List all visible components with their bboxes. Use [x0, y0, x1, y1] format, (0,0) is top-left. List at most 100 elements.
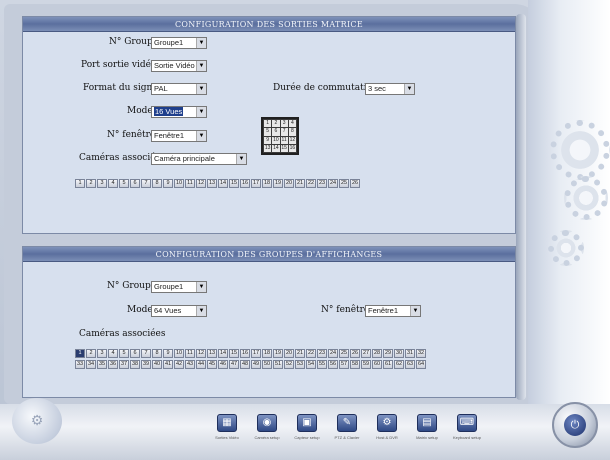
- camera-number-button[interactable]: 25: [339, 179, 349, 188]
- camera-number-button[interactable]: 22: [306, 179, 316, 188]
- camera-number-button[interactable]: 6: [130, 179, 140, 188]
- camera-number-button[interactable]: 62: [394, 360, 404, 369]
- toolbar-button[interactable]: ▦ Sorties Vidéo: [208, 414, 246, 454]
- camera-number-button[interactable]: 14: [218, 349, 228, 358]
- camera-number-button[interactable]: 10: [174, 179, 184, 188]
- camera-number-button[interactable]: 1: [75, 349, 85, 358]
- toolbar-button[interactable]: ◉ Caméra setup: [248, 414, 286, 454]
- camera-number-button[interactable]: 46: [218, 360, 228, 369]
- camera-number-button[interactable]: 27: [361, 349, 371, 358]
- camera-number-button[interactable]: 9: [163, 349, 173, 358]
- camera-number-button[interactable]: 13: [207, 349, 217, 358]
- camera-number-button[interactable]: 2: [86, 179, 96, 188]
- exit-button[interactable]: ⏻: [552, 402, 598, 448]
- camera-number-button[interactable]: 38: [130, 360, 140, 369]
- camera-number-button[interactable]: 36: [108, 360, 118, 369]
- camera-number-button[interactable]: 9: [163, 179, 173, 188]
- groupe-select[interactable]: Groupe1 ▼: [151, 37, 207, 49]
- camera-number-button[interactable]: 26: [350, 349, 360, 358]
- duree-select[interactable]: 3 sec ▼: [365, 83, 415, 95]
- camera-number-button[interactable]: 6: [130, 349, 140, 358]
- camera-number-button[interactable]: 4: [108, 349, 118, 358]
- camera-number-button[interactable]: 11: [185, 179, 195, 188]
- camera-number-button[interactable]: 8: [152, 179, 162, 188]
- camera-number-button[interactable]: 29: [383, 349, 393, 358]
- camera-number-button[interactable]: 5: [119, 179, 129, 188]
- camera-number-button[interactable]: 37: [119, 360, 129, 369]
- camera-number-button[interactable]: 57: [339, 360, 349, 369]
- camera-number-button[interactable]: 25: [339, 349, 349, 358]
- camera-number-button[interactable]: 5: [119, 349, 129, 358]
- camera-number-button[interactable]: 12: [196, 179, 206, 188]
- fenetre-select[interactable]: Fenêtre1 ▼: [151, 130, 207, 142]
- camera-number-button[interactable]: 17: [251, 179, 261, 188]
- camera-number-button[interactable]: 16: [240, 179, 250, 188]
- camera-number-button[interactable]: 4: [108, 179, 118, 188]
- camera-number-button[interactable]: 47: [229, 360, 239, 369]
- camera-number-button[interactable]: 44: [196, 360, 206, 369]
- camera-number-button[interactable]: 23: [317, 179, 327, 188]
- camera-number-button[interactable]: 33: [75, 360, 85, 369]
- camera-number-button[interactable]: 10: [174, 349, 184, 358]
- camera-number-button[interactable]: 7: [141, 179, 151, 188]
- camera-number-button[interactable]: 32: [416, 349, 426, 358]
- camera-number-button[interactable]: 2: [86, 349, 96, 358]
- toolbar-button[interactable]: ▣ Capteur setup: [288, 414, 326, 454]
- mode-select[interactable]: 16 Vues ▼: [151, 106, 207, 118]
- camera-number-button[interactable]: 1: [75, 179, 85, 188]
- camera-number-button[interactable]: 41: [163, 360, 173, 369]
- camera-number-button[interactable]: 59: [361, 360, 371, 369]
- camera-number-button[interactable]: 28: [372, 349, 382, 358]
- camera-number-button[interactable]: 8: [152, 349, 162, 358]
- toolbar-button[interactable]: ⌨ Keyboard setup: [448, 414, 486, 454]
- camera-number-button[interactable]: 63: [405, 360, 415, 369]
- camera-number-button[interactable]: 20: [284, 349, 294, 358]
- camera-number-button[interactable]: 64: [416, 360, 426, 369]
- toolbar-button[interactable]: ▤ Matrix setup: [408, 414, 446, 454]
- camera-number-button[interactable]: 61: [383, 360, 393, 369]
- camera-number-button[interactable]: 24: [328, 349, 338, 358]
- camera-number-button[interactable]: 21: [295, 349, 305, 358]
- camera-number-button[interactable]: 53: [295, 360, 305, 369]
- camera-number-button[interactable]: 11: [185, 349, 195, 358]
- camera-number-button[interactable]: 54: [306, 360, 316, 369]
- cameras-select[interactable]: Caméra principale ▼: [151, 153, 247, 165]
- camera-number-button[interactable]: 55: [317, 360, 327, 369]
- camera-number-button[interactable]: 52: [284, 360, 294, 369]
- camera-number-button[interactable]: 26: [350, 179, 360, 188]
- camera-number-button[interactable]: 35: [97, 360, 107, 369]
- camera-number-button[interactable]: 45: [207, 360, 217, 369]
- mode-select[interactable]: 64 Vues ▼: [151, 305, 207, 317]
- camera-number-button[interactable]: 15: [229, 349, 239, 358]
- camera-number-button[interactable]: 22: [306, 349, 316, 358]
- toolbar-button[interactable]: ✎ PTZ & Clavier: [328, 414, 366, 454]
- camera-number-button[interactable]: 7: [141, 349, 151, 358]
- camera-number-button[interactable]: 19: [273, 179, 283, 188]
- camera-number-button[interactable]: 48: [240, 360, 250, 369]
- camera-number-button[interactable]: 30: [394, 349, 404, 358]
- fenetre-select[interactable]: Fenêtre1 ▼: [365, 305, 421, 317]
- groupe-select[interactable]: Groupe1 ▼: [151, 281, 207, 293]
- port-select[interactable]: Sortie Vidéo ▼: [151, 60, 207, 72]
- camera-number-button[interactable]: 18: [262, 179, 272, 188]
- camera-number-button[interactable]: 17: [251, 349, 261, 358]
- camera-number-button[interactable]: 34: [86, 360, 96, 369]
- camera-number-button[interactable]: 14: [218, 179, 228, 188]
- camera-number-button[interactable]: 18: [262, 349, 272, 358]
- camera-number-button[interactable]: 60: [372, 360, 382, 369]
- camera-number-button[interactable]: 40: [152, 360, 162, 369]
- camera-number-button[interactable]: 39: [141, 360, 151, 369]
- camera-number-button[interactable]: 15: [229, 179, 239, 188]
- camera-number-button[interactable]: 3: [97, 179, 107, 188]
- camera-number-button[interactable]: 12: [196, 349, 206, 358]
- camera-number-button[interactable]: 42: [174, 360, 184, 369]
- camera-number-button[interactable]: 19: [273, 349, 283, 358]
- camera-number-button[interactable]: 23: [317, 349, 327, 358]
- camera-number-button[interactable]: 56: [328, 360, 338, 369]
- camera-number-button[interactable]: 24: [328, 179, 338, 188]
- camera-number-button[interactable]: 21: [295, 179, 305, 188]
- format-select[interactable]: PAL ▼: [151, 83, 207, 95]
- camera-number-button[interactable]: 16: [240, 349, 250, 358]
- camera-number-button[interactable]: 51: [273, 360, 283, 369]
- camera-number-button[interactable]: 58: [350, 360, 360, 369]
